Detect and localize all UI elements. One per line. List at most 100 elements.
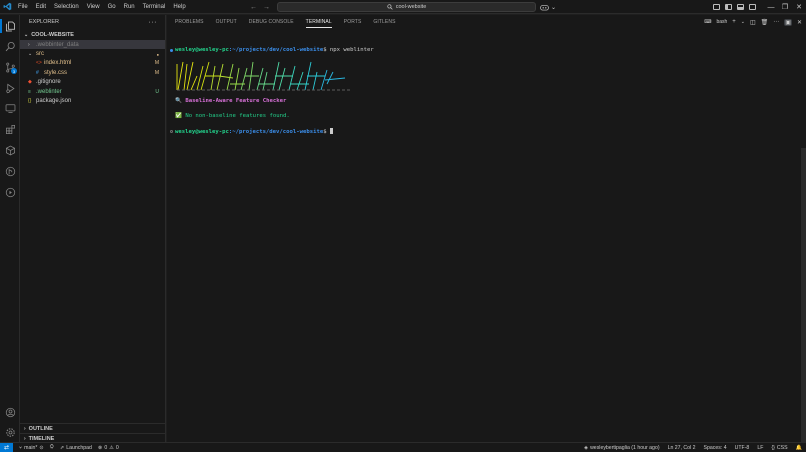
prompt-user: wesley@wesley-pc [175,47,229,53]
ports-indicator[interactable]: ⛭ [50,444,54,451]
language-label: CSS [776,445,788,451]
command-status-dot [170,49,173,52]
git-commit-icon: ◈ [584,445,589,451]
remote-indicator-icon[interactable]: ⇄ [0,442,13,452]
end-of-line[interactable]: LF [757,445,763,451]
tab-output[interactable]: OUTPUT [216,15,237,29]
file-tree-item[interactable]: › .webbinter_data [20,40,165,50]
json-icon: {} [28,98,32,105]
tab-debug-console[interactable]: DEBUG CONSOLE [249,15,294,29]
copilot-button[interactable]: ⌄ [540,2,556,12]
menu-view[interactable]: View [83,0,104,14]
file-icon: ≡ [28,88,31,95]
more-actions-icon[interactable]: ··· [149,19,158,26]
file-tree-item-label: .weblinter [36,88,62,95]
tab-ports[interactable]: PORTS [344,15,362,29]
language-mode[interactable]: {} CSS [771,445,787,451]
back-arrow-icon[interactable]: ← [250,4,257,11]
more-actions-icon[interactable]: ··· [773,19,779,25]
file-tree-item[interactable]: ◆ .gitignore [20,78,165,87]
branch-name: main* [24,444,38,451]
git-blame-label: wesleybertipaglia (1 hour ago) [590,445,660,451]
file-tree-item[interactable]: ⌄ src ● [20,49,165,58]
launchpad-icon: ⇗ [59,444,65,451]
menu-file[interactable]: File [14,0,32,14]
file-tree-item[interactable]: ≡ .weblinter U [20,87,165,96]
file-tree-item-label: .gitignore [36,79,61,86]
terminal-shell-label[interactable]: bash [716,19,727,25]
terminal-output[interactable]: wesley@wesley-pc :~/projects/dev/cool-web… [167,30,799,442]
encoding[interactable]: UTF-8 [735,445,750,451]
file-tree-item-label: .webbinter_data [36,41,79,48]
file-tree-item[interactable]: <> index.html M [20,59,165,68]
docker-icon[interactable] [3,143,17,157]
chevron-down-icon[interactable]: ⌄ [741,19,745,25]
menu-go[interactable]: Go [104,0,120,14]
menu-help[interactable]: Help [169,0,189,14]
cursor-position[interactable]: Ln 27, Col 2 [668,445,696,451]
restore-icon[interactable]: ❐ [778,0,792,14]
source-control-icon[interactable]: 3 [3,60,17,74]
extensions-icon[interactable] [3,122,17,136]
chevron-right-icon: › [24,435,26,442]
terminal-scrollbar[interactable] [801,148,806,452]
gitlens-icon[interactable] [3,164,17,178]
minimize-icon[interactable]: — [764,0,778,14]
close-window-icon[interactable]: ✕ [792,0,806,14]
account-icon[interactable] [3,405,17,419]
github-actions-icon[interactable] [3,185,17,199]
git-status-badge: M [154,69,159,76]
modified-dot-icon: ● [156,51,159,57]
tab-terminal[interactable]: TERMINAL [305,15,332,29]
command-center-search[interactable]: cool-website [277,2,536,12]
customize-layout-icon[interactable] [713,4,720,10]
search-icon[interactable] [3,39,17,53]
file-tree-item-label: style.css [44,69,68,76]
prompt-path: :~/projects/dev/cool-website [228,129,324,135]
outline-section[interactable]: › OUTLINE [20,423,166,433]
explorer-icon[interactable] [0,19,17,33]
source-control-badge: 3 [11,68,17,74]
git-status-badge: U [155,88,159,95]
checker-heading: 🔍 Baseline-Aware Feature Checker [175,98,287,104]
forward-arrow-icon[interactable]: → [263,4,270,11]
file-tree-item-label: package.json [36,98,72,105]
tab-problems[interactable]: PROBLEMS [175,15,204,29]
activity-bar: 3 [0,15,20,442]
tab-gitlens[interactable]: GITLENS [373,15,395,29]
close-panel-icon[interactable]: ✕ [797,19,802,26]
toggle-secondary-sidebar-icon[interactable] [749,4,756,10]
menu-run[interactable]: Run [120,0,139,14]
warning-icon: ⚠ [109,444,114,451]
remote-explorer-icon[interactable] [3,101,17,115]
file-tree-item[interactable]: {} package.json [20,96,165,105]
maximize-panel-icon[interactable]: ▣ [784,18,792,26]
indentation[interactable]: Spaces: 4 [704,445,727,451]
launchpad-indicator[interactable]: ⇗ Launchpad [60,445,92,451]
git-branch-icon: ⑂ [19,444,23,451]
branch-indicator[interactable]: ⑂ main* ⊙ [19,445,44,451]
terminal-cursor [329,128,333,134]
new-terminal-icon[interactable]: + [732,19,736,25]
split-terminal-icon[interactable]: ◫ [750,19,756,26]
problems-indicator[interactable]: ⊗ 0 ⚠ 0 [98,445,119,451]
toggle-panel-icon[interactable] [737,4,744,10]
menu-selection[interactable]: Selection [50,0,83,14]
title-bar: File Edit Selection View Go Run Terminal… [0,0,806,14]
status-bar: ⇄ ⑂ main* ⊙ ⛭ ⇗ Launchpad ⊗ 0 ⚠ 0 ◈ wesl… [0,442,806,452]
workspace-folder[interactable]: ⌄ COOL-WEBSITE [20,30,165,40]
toggle-primary-sidebar-icon[interactable] [725,4,732,10]
sync-icon: ⊙ [39,444,44,451]
chevron-right-icon: › [24,425,26,432]
chevron-down-icon: ⌄ [24,32,29,38]
menu-terminal[interactable]: Terminal [139,0,170,14]
prompt-status-dot [170,130,173,133]
settings-gear-icon[interactable] [3,425,17,439]
menu-edit[interactable]: Edit [32,0,50,14]
notifications-bell-icon[interactable]: 🔔 [796,445,802,451]
braces-icon: {} [771,445,775,451]
file-tree-item[interactable]: # style.css M [20,68,165,77]
run-debug-icon[interactable] [3,81,17,95]
git-blame-indicator[interactable]: ◈ wesleybertipaglia (1 hour ago) [584,445,660,451]
kill-terminal-icon[interactable]: 🗑 [761,19,769,26]
